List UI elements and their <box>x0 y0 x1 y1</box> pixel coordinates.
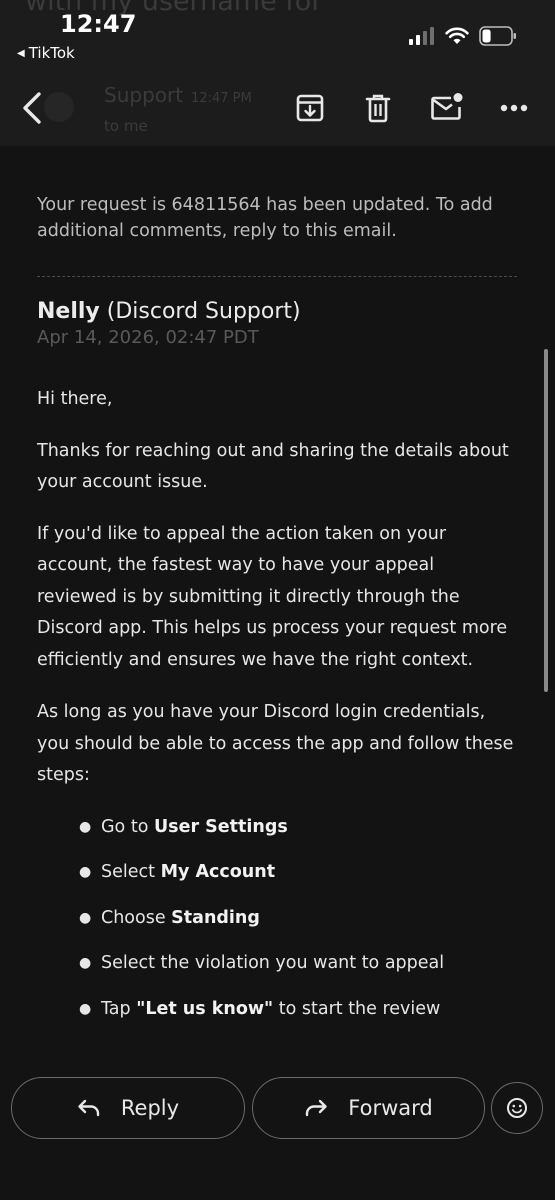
request-update-notice: Your request is 64811564 has been update… <box>37 195 493 241</box>
back-triangle-icon: ◀ <box>17 47 25 59</box>
smiley-icon <box>507 1098 527 1118</box>
sender-row: Support 12:47 PM <box>104 83 252 107</box>
thanks-paragraph: Thanks for reaching out and sharing the … <box>37 440 509 493</box>
recipient-line: to me <box>104 117 148 135</box>
credentials-paragraph: As long as you have your Discord login c… <box>37 702 514 785</box>
reply-button[interactable]: Reply <box>11 1077 245 1139</box>
mark-unread-button[interactable] <box>428 88 466 126</box>
steps-list: ● Go to User Settings ● Select My Account … <box>37 812 517 1026</box>
status-icons <box>409 26 517 46</box>
emoji-reaction-button[interactable] <box>491 1082 543 1134</box>
bullet-icon: ● <box>79 1000 92 1017</box>
reply-arrow-icon <box>78 1099 100 1117</box>
list-item: ● Choose Standing <box>37 903 517 935</box>
more-icon <box>500 104 528 112</box>
top-bar: with my username for 12:47 ◀ TikTok Supp… <box>0 0 555 146</box>
bullet-icon: ● <box>79 864 92 880</box>
bullet-icon: ● <box>79 955 92 971</box>
author-org: (Discord Support) <box>106 299 301 324</box>
back-app-label: TikTok <box>28 44 75 62</box>
more-options-button[interactable] <box>496 90 532 126</box>
list-item: ● Go to User Settings <box>37 812 517 844</box>
wifi-icon <box>445 27 469 44</box>
author-line: Nelly (Discord Support) <box>37 299 517 324</box>
sender-time: 12:47 PM <box>191 91 252 106</box>
archive-icon <box>296 94 324 122</box>
reply-label: Reply <box>120 1096 180 1120</box>
battery-level-fill <box>482 29 491 43</box>
back-button[interactable] <box>14 88 50 128</box>
cellular-signal-icon <box>409 27 434 45</box>
sender-name: Support <box>104 83 184 107</box>
appeal-paragraph: If you'd like to appeal the action taken… <box>37 523 508 670</box>
message-date: Apr 14, 2026, 02:47 PDT <box>37 327 259 348</box>
bullet-icon: ● <box>79 818 92 835</box>
list-item: ● Tap "Let us know" to start the review <box>37 994 517 1026</box>
back-arrow-icon <box>23 92 41 124</box>
forward-button[interactable]: Forward <box>252 1077 485 1139</box>
battery-icon <box>479 26 516 46</box>
email-body: Your request is 64811564 has been update… <box>37 192 517 1039</box>
archive-button[interactable] <box>292 90 328 126</box>
list-item: ● Select the violation you want to appeal <box>37 948 517 980</box>
mark-unread-icon <box>431 93 463 120</box>
forward-label: Forward <box>348 1096 433 1120</box>
list-item: ● Select My Account <box>37 857 517 889</box>
author-name: Nelly <box>37 299 100 324</box>
trash-icon <box>365 94 391 123</box>
forward-arrow-icon <box>306 1099 327 1117</box>
delete-button[interactable] <box>360 90 396 126</box>
scrollbar[interactable] <box>544 349 548 692</box>
back-to-app-link[interactable]: ◀ TikTok <box>17 44 75 62</box>
dashed-divider <box>37 276 517 277</box>
status-time: 12:47 <box>60 10 137 38</box>
bullet-icon: ● <box>79 909 92 926</box>
greeting: Hi there, <box>37 389 113 409</box>
